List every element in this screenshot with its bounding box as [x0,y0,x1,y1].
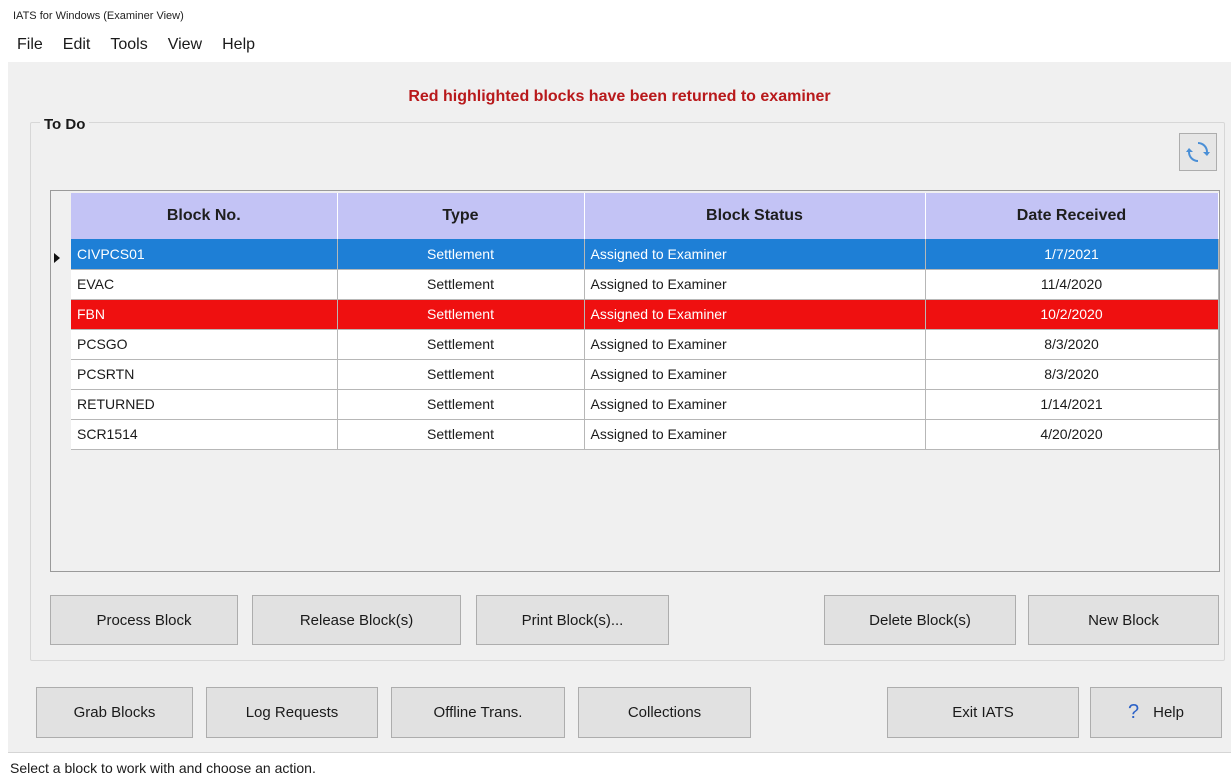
refresh-button[interactable] [1179,133,1217,171]
cell-date: 4/20/2020 [925,419,1219,450]
cell-status: Assigned to Examiner [584,269,926,300]
window-title: IATS for Windows (Examiner View) [8,0,1231,32]
table-header-row: Block No. Type Block Status Date Receive… [71,193,1219,239]
cell-status: Assigned to Examiner [584,239,926,270]
cell-type: Settlement [337,239,585,270]
cell-block-no: CIVPCS01 [71,239,338,270]
cell-block-no: EVAC [71,269,338,300]
app-window: IATS for Windows (Examiner View) File Edi… [0,0,1231,780]
menu-view[interactable]: View [161,32,209,58]
log-requests-button[interactable]: Log Requests [206,687,378,738]
help-button-label: Help [1153,704,1184,721]
offline-trans-button[interactable]: Offline Trans. [391,687,565,738]
process-block-button[interactable]: Process Block [50,595,238,645]
help-button[interactable]: ? Help [1090,687,1222,738]
cell-block-no: FBN [71,299,338,330]
menu-file[interactable]: File [10,32,50,58]
cell-date: 8/3/2020 [925,359,1219,390]
table-row[interactable]: RETURNED Settlement Assigned to Examiner… [71,389,1219,420]
question-icon: ? [1128,701,1140,723]
cell-block-no: PCSGO [71,329,338,360]
cell-date: 1/7/2021 [925,239,1219,270]
table-row[interactable]: CIVPCS01 Settlement Assigned to Examiner… [71,239,1219,270]
blocks-grid[interactable]: Block No. Type Block Status Date Receive… [50,190,1220,572]
table-row[interactable]: PCSRTN Settlement Assigned to Examiner 8… [71,359,1219,390]
cell-type: Settlement [337,299,585,330]
column-header-type[interactable]: Type [337,193,585,239]
table-row[interactable]: EVAC Settlement Assigned to Examiner 11/… [71,269,1219,300]
cell-date: 8/3/2020 [925,329,1219,360]
blocks-table: Block No. Type Block Status Date Receive… [71,193,1219,450]
collections-button[interactable]: Collections [578,687,751,738]
column-header-date-received[interactable]: Date Received [925,193,1219,239]
cell-status: Assigned to Examiner [584,359,926,390]
table-row[interactable]: PCSGO Settlement Assigned to Examiner 8/… [71,329,1219,360]
cell-date: 1/14/2021 [925,389,1219,420]
refresh-icon [1186,142,1210,162]
status-bar: Select a block to work with and choose a… [8,752,1231,780]
menu-edit[interactable]: Edit [56,32,98,58]
new-block-button[interactable]: New Block [1028,595,1219,645]
cell-block-no: RETURNED [71,389,338,420]
cell-type: Settlement [337,269,585,300]
cell-date: 10/2/2020 [925,299,1219,330]
cell-status: Assigned to Examiner [584,389,926,420]
menu-bar: File Edit Tools View Help [8,32,1231,62]
todo-label: To Do [40,116,90,133]
cell-status: Assigned to Examiner [584,419,926,450]
cell-type: Settlement [337,359,585,390]
cell-block-no: PCSRTN [71,359,338,390]
cell-status: Assigned to Examiner [584,299,926,330]
menu-tools[interactable]: Tools [103,32,154,58]
column-header-block-no[interactable]: Block No. [71,193,338,239]
cell-date: 11/4/2020 [925,269,1219,300]
cell-block-no: SCR1514 [71,419,338,450]
cell-type: Settlement [337,419,585,450]
column-header-block-status[interactable]: Block Status [584,193,926,239]
cell-type: Settlement [337,329,585,360]
table-row[interactable]: FBN Settlement Assigned to Examiner 10/2… [71,299,1219,330]
exit-iats-button[interactable]: Exit IATS [887,687,1079,738]
menu-help[interactable]: Help [215,32,262,58]
current-row-indicator [54,253,60,263]
release-blocks-button[interactable]: Release Block(s) [252,595,461,645]
table-row[interactable]: SCR1514 Settlement Assigned to Examiner … [71,419,1219,450]
cell-status: Assigned to Examiner [584,329,926,360]
returned-blocks-notice: Red highlighted blocks have been returne… [408,88,831,105]
cell-type: Settlement [337,389,585,420]
print-blocks-button[interactable]: Print Block(s)... [476,595,669,645]
grab-blocks-button[interactable]: Grab Blocks [36,687,193,738]
delete-blocks-button[interactable]: Delete Block(s) [824,595,1016,645]
